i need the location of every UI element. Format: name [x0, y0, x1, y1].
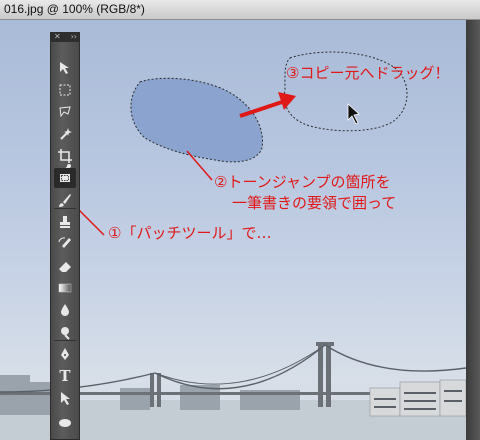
marquee-tool-icon[interactable]	[54, 80, 76, 100]
annotation-step3: ③コピー元へドラッグ！	[286, 64, 450, 82]
palette-separator	[54, 340, 76, 341]
close-icon[interactable]: ✕	[54, 32, 61, 42]
pen-tool-icon[interactable]	[54, 344, 76, 364]
blur-tool-icon[interactable]	[54, 300, 76, 320]
move-tool-icon[interactable]	[54, 58, 76, 78]
gradient-tool-icon[interactable]	[54, 278, 76, 298]
patch-selection-source	[130, 77, 264, 163]
palette-separator	[54, 208, 76, 209]
brush-tool-icon[interactable]	[54, 190, 76, 210]
type-tool-icon[interactable]: T	[54, 366, 76, 386]
path-selection-tool-icon[interactable]	[54, 388, 76, 408]
lasso-tool-icon[interactable]	[54, 102, 76, 122]
history-brush-tool-icon[interactable]	[54, 234, 76, 254]
mouse-cursor-icon	[347, 103, 360, 125]
document-title-bar: 016.jpg @ 100% (RGB/8*)	[0, 0, 480, 20]
eraser-tool-icon[interactable]	[54, 256, 76, 276]
canvas-scroll-edge[interactable]	[466, 20, 480, 440]
annotation-step1: ①「パッチツール」で…	[108, 224, 272, 242]
palette-header: ✕ ››	[50, 32, 80, 42]
ellipse-tool-icon[interactable]	[54, 412, 76, 432]
expand-icon[interactable]: ››	[71, 32, 77, 42]
patch-tool-icon[interactable]	[54, 168, 76, 188]
document-title: 016.jpg @ 100% (RGB/8*)	[4, 2, 145, 16]
magic-wand-tool-icon[interactable]	[54, 124, 76, 144]
dodge-tool-icon[interactable]	[54, 322, 76, 342]
annotation-step2-line1: ②トーンジャンプの箇所を	[214, 173, 391, 191]
annotation-step2-line2: 一筆書きの要領で囲って	[232, 194, 397, 212]
clone-stamp-tool-icon[interactable]	[54, 212, 76, 232]
